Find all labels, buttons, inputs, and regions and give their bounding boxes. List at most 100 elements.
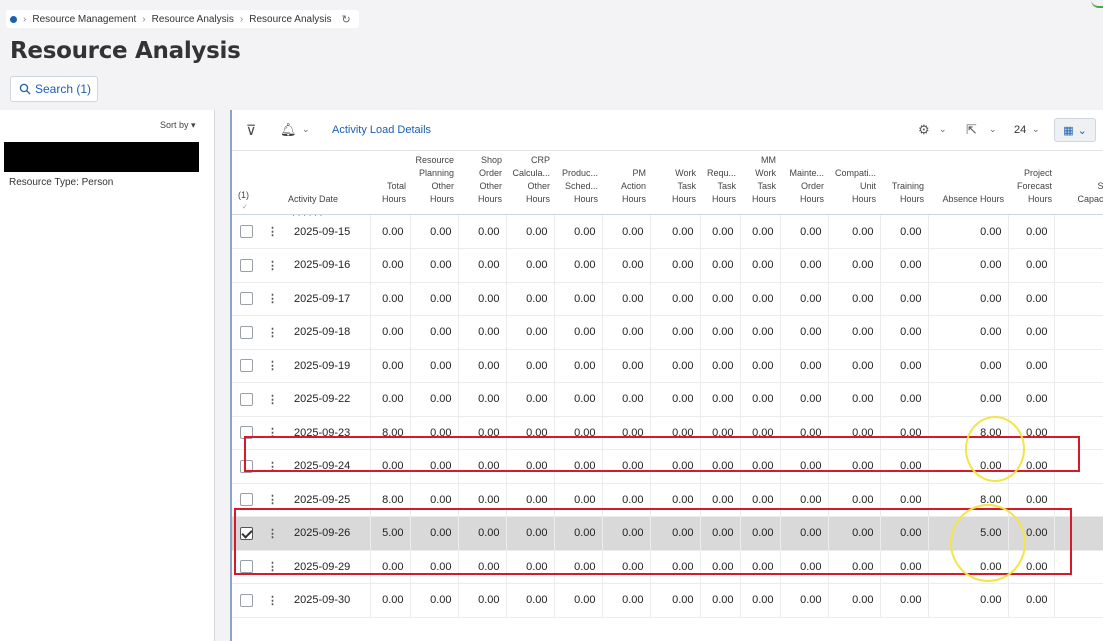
row-menu-icon[interactable]: ⋮ [260, 248, 285, 283]
hours-cell: 0.00 [410, 215, 459, 249]
column-header-pm[interactable]: PM Action Hours [598, 167, 646, 206]
capacity-cell [1054, 282, 1103, 316]
column-header-crp[interactable]: CRP Calcula... Other Hours [502, 154, 550, 206]
hours-cell: 0.00 [740, 282, 781, 316]
table-row[interactable]: ⋮ 2025-09-19 0.00 0.00 0.00 0.00 0.00 0.00 0.00 0… [232, 349, 1103, 383]
refresh-icon[interactable]: ↻ [342, 13, 351, 26]
row-checkbox[interactable] [239, 292, 253, 306]
column-header-sc[interactable]: Sc Capacit [1066, 180, 1103, 206]
row-checkbox[interactable] [239, 493, 253, 507]
chevron-down-icon[interactable]: ⌄ [939, 124, 947, 135]
hours-cell: 0.00 [700, 382, 741, 417]
column-header-tr[interactable]: Training Hours [876, 180, 924, 206]
hours-cell: 0.00 [410, 583, 459, 618]
column-header-mm[interactable]: MM Work Task Hours [736, 154, 776, 206]
hours-cell: 0.00 [602, 583, 651, 618]
search-label: Search (1) [35, 82, 92, 96]
column-header-mo[interactable]: Mainte... Order Hours [776, 167, 824, 206]
absence-hours-cell: 0.00 [928, 282, 1009, 316]
activity-load-details-link[interactable]: Activity Load Details [332, 124, 431, 136]
column-header-pf[interactable]: Project Forecast Hours [1004, 167, 1052, 206]
chevron-down-icon[interactable]: ⌄ [989, 124, 997, 135]
activity-date-cell: 2025-09-15 [285, 215, 371, 249]
filter-icon[interactable]: ⊽ [246, 122, 256, 139]
row-menu-icon[interactable]: ⋮ [260, 583, 285, 618]
activity-date-cell: 2025-09-18 [285, 315, 371, 350]
bell-icon[interactable]: 🔔︎ [280, 122, 297, 138]
select-all-icon[interactable]: ✓ [242, 203, 248, 211]
page-title: Resource Analysis [10, 38, 241, 64]
column-header-cu[interactable]: Compati... Unit Hours [824, 167, 876, 206]
hours-cell: 0.00 [506, 349, 555, 383]
table-row[interactable]: ⋮ 2025-09-15 0.00 0.00 0.00 0.00 0.00 0.00 0.00 0… [232, 215, 1103, 249]
project-forecast-hours-cell: 0.00 [1008, 315, 1055, 350]
column-header-so[interactable]: Shop Order Other Hours [454, 154, 502, 206]
hours-cell: 0.00 [506, 248, 555, 283]
capacity-cell [1054, 382, 1103, 417]
chevron-down-icon: ⌄ [1077, 124, 1087, 137]
hours-cell: 0.00 [410, 382, 459, 417]
row-checkbox[interactable] [239, 325, 253, 339]
chevron-right-icon: › [142, 13, 146, 25]
resource-type: Resource Type: Person [9, 177, 114, 188]
hours-cell: 0.00 [506, 282, 555, 316]
row-checkbox[interactable] [239, 392, 253, 406]
row-checkbox[interactable] [239, 593, 253, 607]
breadcrumb-item[interactable]: Resource Analysis [152, 14, 234, 25]
column-header-total[interactable]: Total Hours [366, 180, 406, 206]
chevron-down-icon[interactable]: ⌄ [302, 124, 310, 135]
export-icon[interactable]: ⇱ [966, 122, 977, 138]
table-row[interactable]: ⋮ 2025-09-16 0.00 0.00 0.00 0.00 0.00 0.00 0.00 0… [232, 248, 1103, 283]
hours-cell: 0.00 [780, 349, 829, 383]
hours-cell: 0.00 [602, 215, 651, 249]
hours-cell: 0.00 [780, 282, 829, 316]
breadcrumb-item[interactable]: Resource Management [32, 14, 136, 25]
table-view-toggle[interactable]: ▦ ⌄ [1054, 118, 1096, 142]
hours-cell: 0.00 [650, 382, 701, 417]
hours-cell: 0.00 [828, 248, 881, 283]
total-hours-cell: 0.00 [370, 583, 411, 618]
home-icon[interactable] [10, 15, 17, 23]
table-row[interactable]: ⋮ 2025-09-30 0.00 0.00 0.00 0.00 0.00 0.00 0.00 0… [232, 583, 1103, 618]
row-checkbox[interactable] [239, 258, 253, 272]
page-size-select[interactable]: 24 [1014, 124, 1026, 136]
chevron-down-icon[interactable]: ⌄ [1032, 124, 1040, 135]
row-checkbox[interactable] [239, 225, 253, 238]
gear-icon[interactable]: ⚙ [918, 122, 930, 138]
search-button[interactable]: Search (1) [10, 76, 99, 102]
row-checkbox[interactable] [239, 359, 253, 373]
breadcrumb-item: Resource Analysis [249, 13, 332, 25]
activity-date-cell: 2025-09-22 [285, 382, 371, 417]
row-menu-icon[interactable]: ⋮ [260, 215, 285, 249]
hours-cell: 0.00 [506, 382, 555, 417]
hours-cell: 0.00 [554, 583, 603, 618]
total-hours-cell: 0.00 [370, 248, 411, 283]
hours-cell: 0.00 [458, 215, 507, 249]
table-row[interactable]: ⋮ 2025-09-17 0.00 0.00 0.00 0.00 0.00 0.00 0.00 0… [232, 282, 1103, 316]
row-menu-icon[interactable]: ⋮ [260, 282, 285, 316]
redacted-resource-name [4, 142, 199, 172]
column-header-prod[interactable]: Produc... Sched... Hours [550, 167, 598, 206]
capacity-cell [1054, 215, 1103, 249]
column-header-ab[interactable]: Absence Hours [924, 193, 1004, 206]
hours-cell: 0.00 [700, 282, 741, 316]
activity-date-cell: 2025-09-17 [285, 282, 371, 316]
hours-cell: 0.00 [410, 315, 459, 350]
hours-cell: 0.00 [880, 215, 929, 249]
highlight-box [244, 436, 1080, 472]
row-menu-icon[interactable]: ⋮ [260, 315, 285, 350]
column-header-rt[interactable]: Requ... Task Hours [696, 167, 736, 206]
row-menu-icon[interactable]: ⋮ [260, 349, 285, 383]
table-row[interactable]: ⋮ 2025-09-18 0.00 0.00 0.00 0.00 0.00 0.00 0.00 0… [232, 315, 1103, 350]
column-header-rp[interactable]: Resource Planning Other Hours [406, 154, 454, 206]
sort-by-dropdown[interactable]: Sort by ▾ [160, 120, 196, 131]
table-row[interactable]: ⋮ 2025-09-22 0.00 0.00 0.00 0.00 0.00 0.00 0.00 0… [232, 382, 1103, 417]
hours-cell: 0.00 [554, 282, 603, 316]
hours-cell: 0.00 [780, 248, 829, 283]
column-header-wt[interactable]: Work Task Hours [646, 167, 696, 206]
hours-cell: 0.00 [880, 382, 929, 417]
hours-cell: 0.00 [700, 583, 741, 618]
project-forecast-hours-cell: 0.00 [1008, 382, 1055, 417]
row-menu-icon[interactable]: ⋮ [260, 382, 285, 417]
column-header-date[interactable]: Activity Date [288, 193, 373, 206]
